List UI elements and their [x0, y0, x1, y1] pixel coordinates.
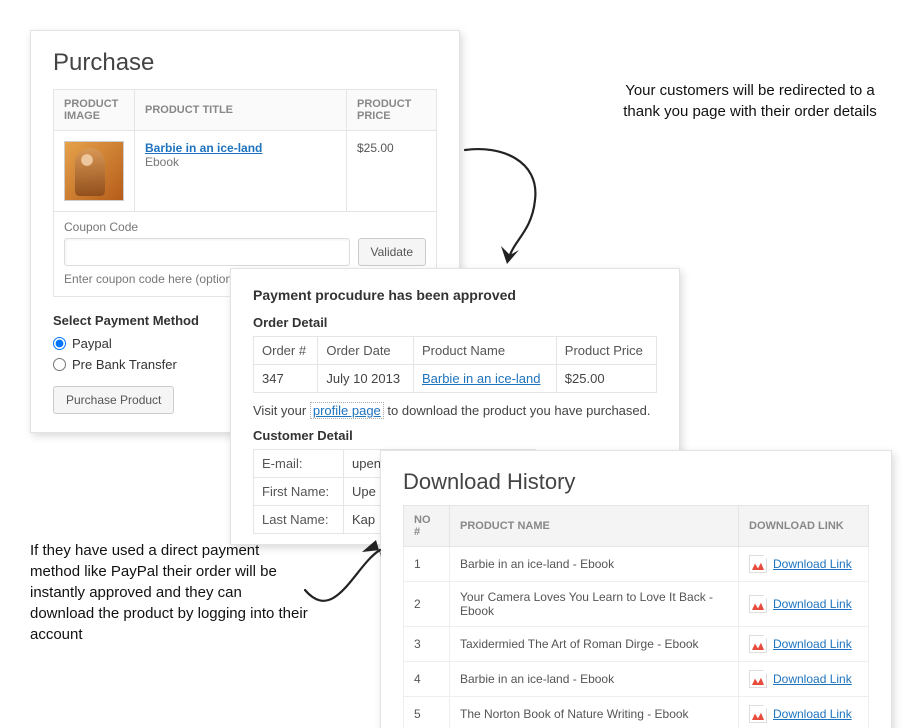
coupon-label: Coupon Code: [64, 220, 426, 234]
table-row: 347 July 10 2013 Barbie in an ice-land $…: [254, 365, 657, 393]
download-link[interactable]: Download Link: [773, 672, 852, 686]
col-order-price: Product Price: [556, 337, 656, 365]
approved-heading: Payment procudure has been approved: [253, 287, 657, 303]
purchase-title: Purchase: [53, 49, 437, 77]
pdf-icon: [749, 635, 767, 653]
arrow-left: [300, 530, 400, 650]
col-product-price: PRODUCT PRICE: [347, 90, 437, 131]
col-product-title: PRODUCT TITLE: [135, 90, 347, 131]
table-row: 4Barbie in an ice-land - Ebook Download L…: [404, 662, 869, 697]
product-title-link[interactable]: Barbie in an ice-land: [145, 141, 262, 155]
order-detail-table: Order # Order Date Product Name Product …: [253, 336, 657, 393]
history-download-cell: Download Link: [739, 627, 869, 662]
annotation-top: Your customers will be redirected to a t…: [620, 80, 880, 122]
order-detail-heading: Order Detail: [253, 315, 657, 330]
col-product-image: PRODUCT IMAGE: [54, 90, 135, 131]
history-no: 3: [404, 627, 450, 662]
purchase-table: PRODUCT IMAGE PRODUCT TITLE PRODUCT PRIC…: [53, 89, 437, 212]
col-order-name: Product Name: [413, 337, 556, 365]
history-no: 1: [404, 547, 450, 582]
pdf-icon: [749, 555, 767, 573]
table-row: 3Taxidermied The Art of Roman Dirge - Eb…: [404, 627, 869, 662]
product-price: $25.00: [357, 141, 394, 155]
history-table: NO # PRODUCT NAME DOWNLOAD LINK 1Barbie …: [403, 505, 869, 728]
pdf-icon: [749, 705, 767, 723]
validate-button[interactable]: Validate: [358, 238, 426, 266]
col-history-link: DOWNLOAD LINK: [739, 506, 869, 547]
col-history-no: NO #: [404, 506, 450, 547]
history-no: 5: [404, 697, 450, 728]
order-price: $25.00: [556, 365, 656, 393]
visit-post: to download the product you have purchas…: [384, 403, 651, 418]
order-product-link[interactable]: Barbie in an ice-land: [422, 371, 541, 386]
history-product-name: Barbie in an ice-land - Ebook: [450, 547, 739, 582]
customer-detail-heading: Customer Detail: [253, 428, 657, 443]
bank-radio[interactable]: [53, 358, 66, 371]
download-link[interactable]: Download Link: [773, 597, 852, 611]
cust-email-k: E-mail:: [254, 450, 344, 478]
history-product-name: Barbie in an ice-land - Ebook: [450, 662, 739, 697]
history-no: 2: [404, 582, 450, 627]
history-download-cell: Download Link: [739, 582, 869, 627]
pdf-icon: [749, 670, 767, 688]
col-order-date: Order Date: [318, 337, 414, 365]
visit-profile-line: Visit your profile page to download the …: [253, 403, 657, 418]
product-thumbnail: [64, 141, 124, 201]
history-product-name: The Norton Book of Nature Writing - Eboo…: [450, 697, 739, 728]
col-history-name: PRODUCT NAME: [450, 506, 739, 547]
history-no: 4: [404, 662, 450, 697]
annotation-left: If they have used a direct payment metho…: [30, 540, 310, 645]
table-row: 5The Norton Book of Nature Writing - Ebo…: [404, 697, 869, 728]
profile-page-link[interactable]: profile page: [310, 402, 384, 419]
bank-label: Pre Bank Transfer: [72, 357, 177, 372]
col-order-no: Order #: [254, 337, 318, 365]
history-title: Download History: [403, 469, 869, 495]
table-row: 1Barbie in an ice-land - Ebook Download L…: [404, 547, 869, 582]
history-download-cell: Download Link: [739, 547, 869, 582]
pdf-icon: [749, 595, 767, 613]
cust-first-k: First Name:: [254, 478, 344, 506]
download-link[interactable]: Download Link: [773, 707, 852, 721]
arrow-top: [460, 140, 580, 280]
history-product-name: Taxidermied The Art of Roman Dirge - Ebo…: [450, 627, 739, 662]
download-history-card: Download History NO # PRODUCT NAME DOWNL…: [380, 450, 892, 728]
product-type-label: Ebook: [145, 155, 179, 169]
table-row: Barbie in an ice-land Ebook $25.00: [54, 131, 437, 212]
history-product-name: Your Camera Loves You Learn to Love It B…: [450, 582, 739, 627]
visit-pre: Visit your: [253, 403, 310, 418]
order-no: 347: [254, 365, 318, 393]
order-date: July 10 2013: [318, 365, 414, 393]
paypal-radio[interactable]: [53, 337, 66, 350]
table-row: 2Your Camera Loves You Learn to Love It …: [404, 582, 869, 627]
download-link[interactable]: Download Link: [773, 557, 852, 571]
history-download-cell: Download Link: [739, 662, 869, 697]
history-download-cell: Download Link: [739, 697, 869, 728]
purchase-button[interactable]: Purchase Product: [53, 386, 174, 414]
coupon-input[interactable]: [64, 238, 350, 266]
paypal-label: Paypal: [72, 336, 112, 351]
download-link[interactable]: Download Link: [773, 637, 852, 651]
